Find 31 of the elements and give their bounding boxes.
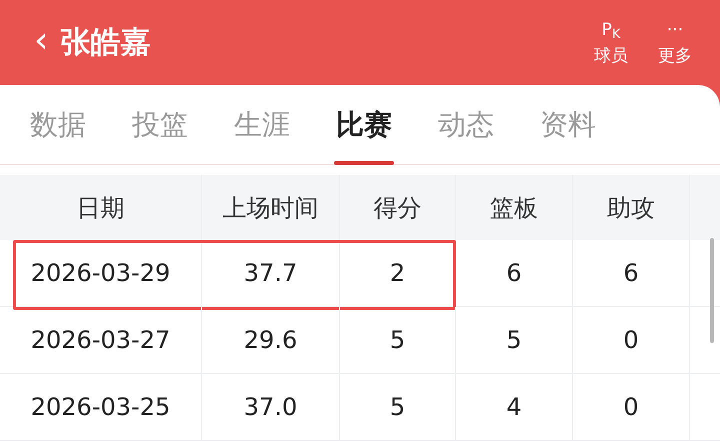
tab[interactable]: 资料 bbox=[540, 84, 596, 164]
table-cell: 29.6 bbox=[202, 307, 340, 373]
column-header: 篮板 bbox=[456, 175, 573, 240]
tab[interactable]: 动态 bbox=[438, 84, 494, 164]
scrollbar[interactable] bbox=[710, 238, 714, 343]
table-cell: 37.0 bbox=[202, 374, 340, 440]
table-cell: 6 bbox=[573, 240, 690, 306]
column-header: 日期 bbox=[0, 175, 202, 240]
tab[interactable]: 投篮 bbox=[132, 84, 188, 164]
header-action-button[interactable]: ··· 更多 bbox=[658, 18, 692, 66]
tab[interactable]: 比赛 bbox=[336, 84, 392, 164]
back-button[interactable]: ‹ bbox=[34, 22, 48, 58]
column-header: 助攻 bbox=[573, 175, 690, 240]
table-cell: 2026-03-25 bbox=[0, 374, 202, 440]
table-cell: 0 bbox=[573, 307, 690, 373]
table-cell: 5 bbox=[340, 374, 456, 440]
table-cell: 2026-03-27 bbox=[0, 307, 202, 373]
table-cell: 4 bbox=[456, 374, 573, 440]
table-cell: 0 bbox=[573, 374, 690, 440]
player-name: 张皓嘉 bbox=[60, 24, 150, 62]
tab[interactable]: 生涯 bbox=[234, 84, 290, 164]
header-action-button[interactable]: P$_{K}$ 球员 bbox=[594, 18, 628, 66]
column-header: 上场时间 bbox=[202, 175, 340, 240]
tab[interactable]: 数据 bbox=[30, 84, 86, 164]
table-cell: 5 bbox=[456, 307, 573, 373]
table-cell: 37.7 bbox=[202, 240, 340, 306]
table-cell: 2026-03-29 bbox=[0, 240, 202, 306]
table-cell: 5 bbox=[340, 307, 456, 373]
table-cell: 2 bbox=[340, 240, 456, 306]
table-cell: 6 bbox=[456, 240, 573, 306]
column-header: 得分 bbox=[340, 175, 456, 240]
